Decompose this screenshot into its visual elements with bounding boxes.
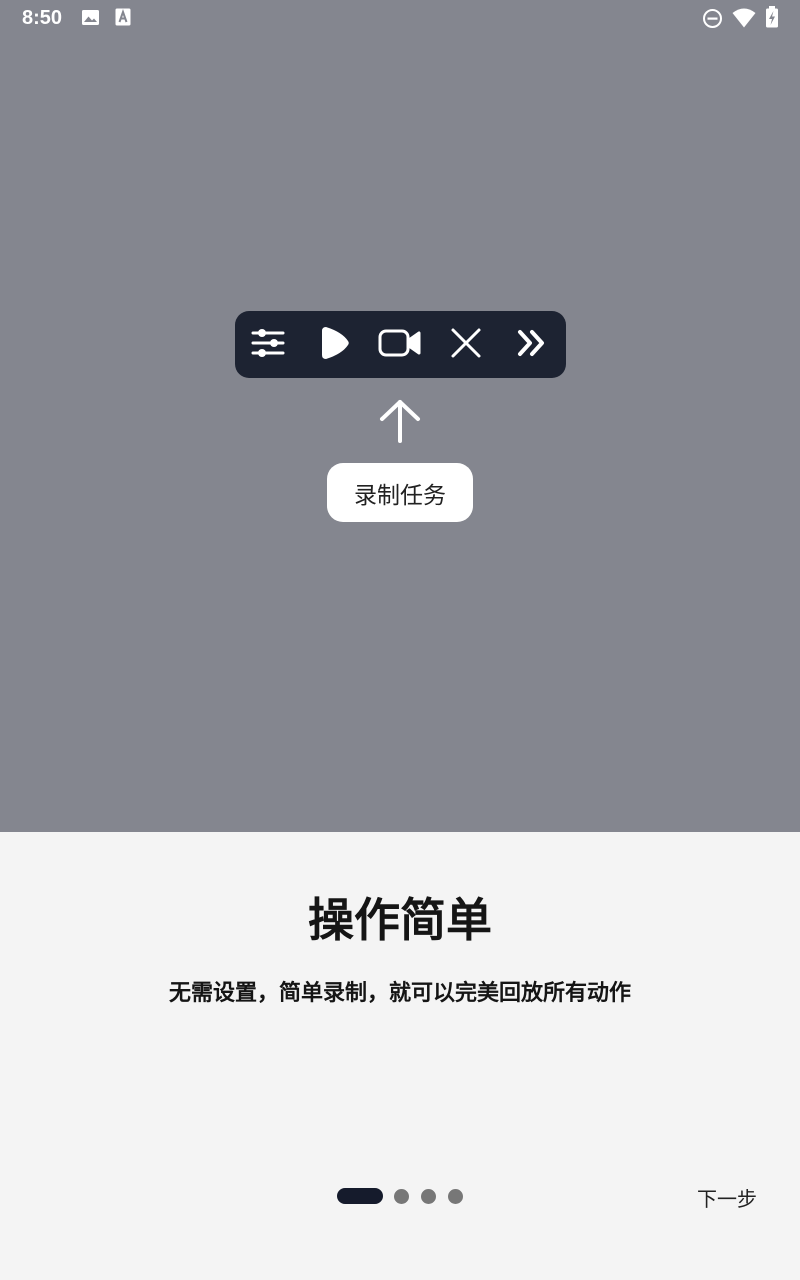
image-icon [81, 8, 100, 31]
up-arrow-icon [376, 398, 424, 448]
play-icon [320, 326, 350, 364]
next-step-button[interactable]: 下一步 [686, 1180, 768, 1214]
play-button[interactable] [304, 311, 366, 378]
close-icon [450, 327, 482, 363]
double-chevron-right-icon [516, 328, 548, 362]
status-time: 8:50 [22, 7, 63, 29]
page-dot-active [337, 1188, 383, 1204]
floating-recorder-toolbar [235, 311, 566, 378]
page-dot [394, 1189, 409, 1204]
battery-icon [765, 6, 779, 32]
a-box-icon [115, 8, 131, 30]
page-subtitle: 无需设置，简单录制，就可以完美回放所有动作 [168, 981, 631, 1006]
next-step-label: 下一步 [697, 1186, 757, 1211]
sliders-icon [250, 325, 286, 365]
settings-button[interactable] [237, 311, 299, 378]
page-dot [421, 1189, 436, 1204]
tooltip-record-task: 录制任务 [327, 463, 473, 522]
dnd-icon [702, 8, 723, 33]
page-title: 操作简单 [308, 893, 492, 947]
status-bar: 8:50 [0, 0, 800, 36]
page-dot [448, 1189, 463, 1204]
tooltip-label: 录制任务 [354, 482, 446, 509]
video-camera-icon [378, 328, 422, 362]
close-button[interactable] [435, 311, 497, 378]
record-button[interactable] [369, 311, 431, 378]
expand-button[interactable] [501, 311, 563, 378]
wifi-icon [732, 8, 756, 32]
